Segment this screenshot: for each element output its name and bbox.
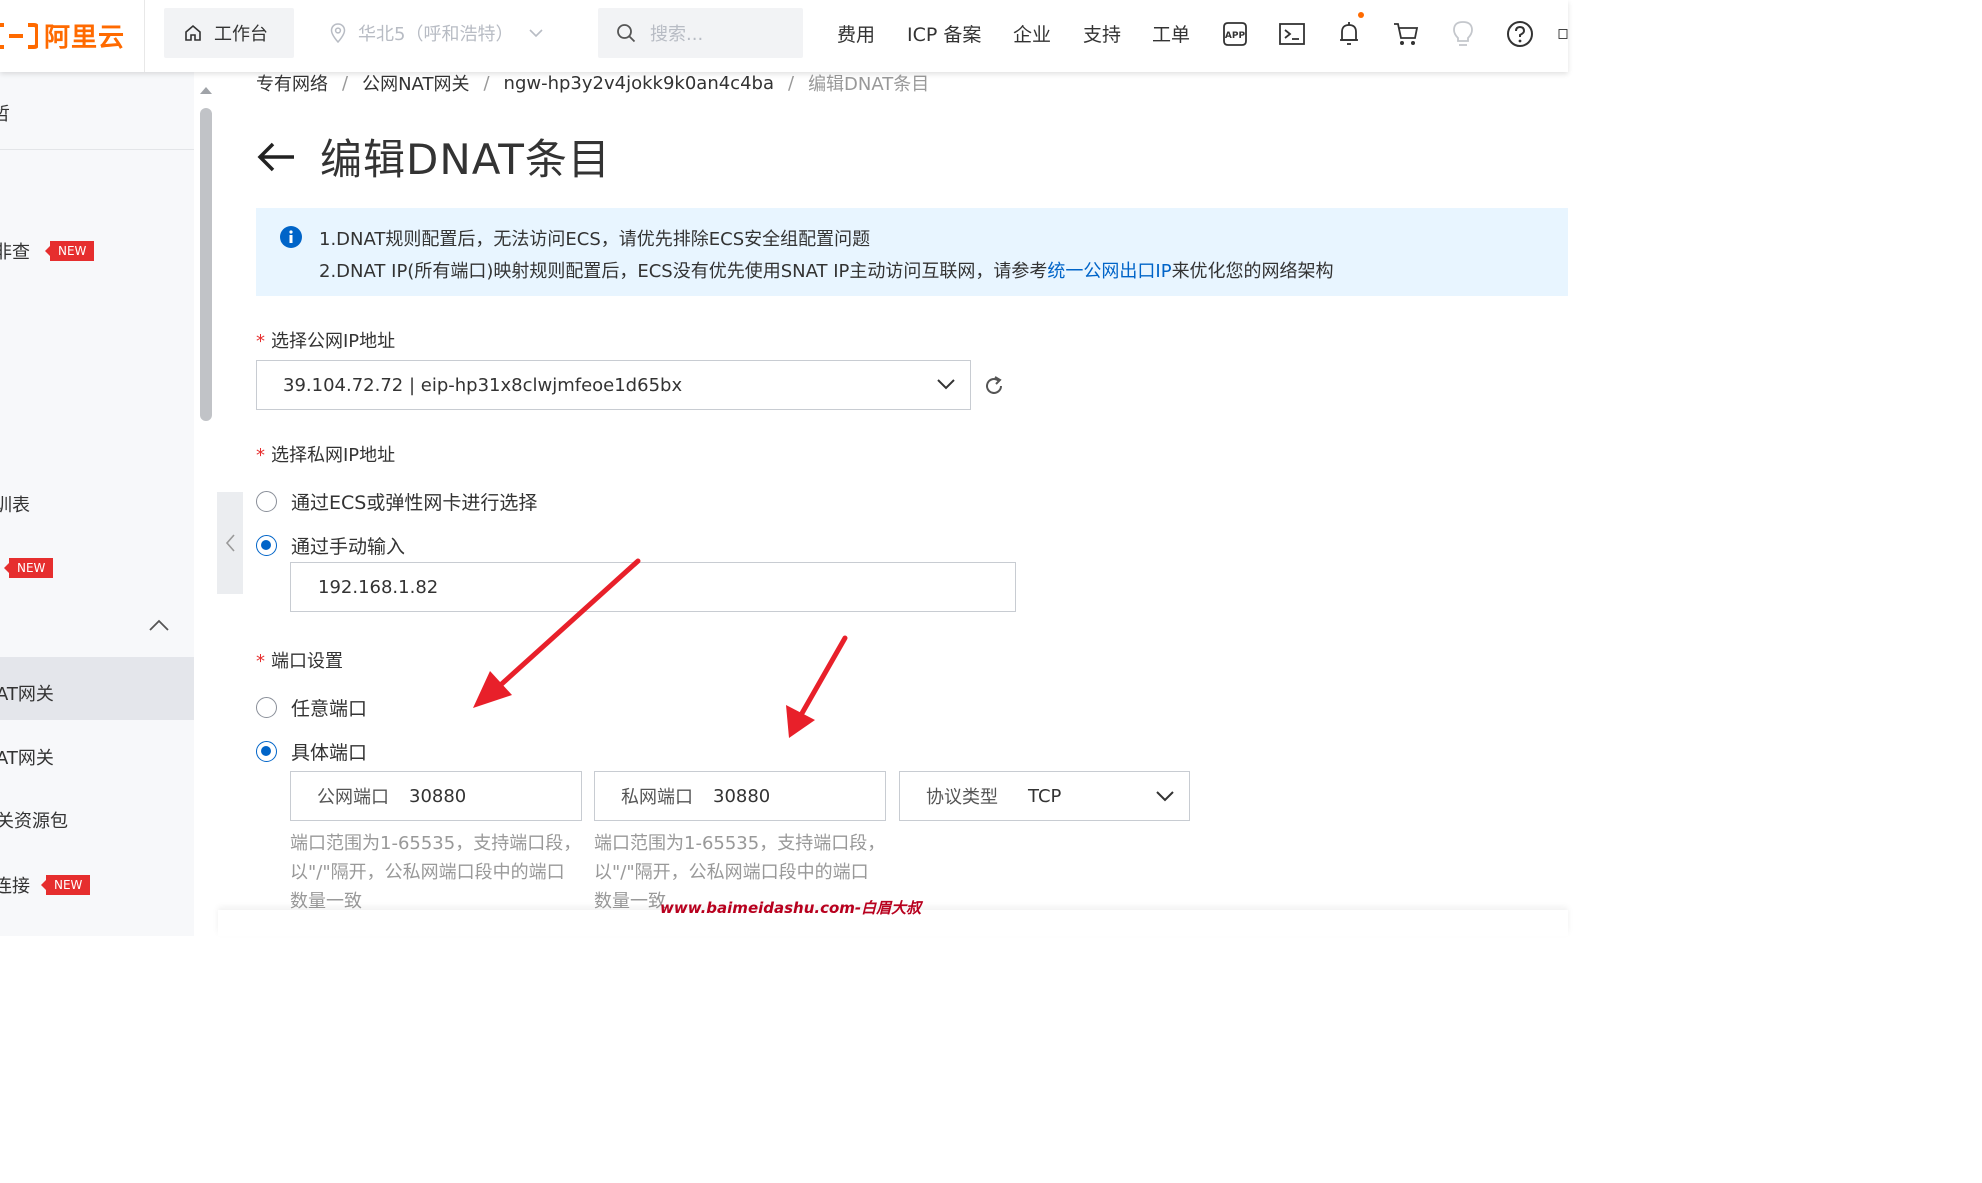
page-title-text: 编辑DNAT条目	[320, 135, 611, 184]
back-arrow-icon[interactable]	[256, 140, 296, 174]
logo[interactable]: 阿里云	[0, 0, 145, 72]
radio-specific-port[interactable]: 具体端口	[256, 738, 367, 765]
breadcrumb: 专有网络 / 公网NAT网关 / ngw-hp3y2v4jokk9k0an4c4…	[256, 70, 929, 96]
info-icon	[280, 226, 302, 248]
left-sidebar: 哲 非查 NEW 训表 NEW AT网关 AT网关 关资源包 连接 NEW	[0, 72, 194, 936]
nav-enterprise[interactable]: 企业	[1013, 20, 1051, 47]
public-port-label: 公网端口	[317, 787, 389, 808]
nav-icp[interactable]: ICP 备案	[907, 20, 981, 47]
breadcrumb-instance[interactable]: ngw-hp3y2v4jokk9k0an4c4ba	[504, 73, 774, 94]
cart-icon[interactable]	[1390, 18, 1422, 50]
sidebar-divider	[0, 149, 194, 150]
svg-text:APP: APP	[1225, 31, 1246, 41]
unified-egress-ip-link[interactable]: 统一公网出口IP	[1047, 261, 1171, 282]
nav-ticket[interactable]: 工单	[1152, 20, 1190, 47]
search-input[interactable]: 搜索...	[598, 8, 803, 58]
breadcrumb-vpc[interactable]: 专有网络	[256, 70, 328, 96]
watermark: www.baimeidashu.com-白眉大叔	[660, 899, 922, 917]
chevron-down-icon	[1156, 791, 1174, 802]
protocol-select[interactable]: 协议类型 TCP	[899, 771, 1190, 821]
new-badge: NEW	[44, 241, 95, 261]
radio-button[interactable]	[256, 697, 277, 718]
sidebar-item-list[interactable]: 训表	[0, 491, 30, 517]
help-icon[interactable]	[1504, 18, 1536, 50]
refresh-icon[interactable]	[983, 375, 1005, 397]
private-port-label: 私网端口	[621, 787, 693, 808]
sidebar-item-connect[interactable]: 连接	[0, 872, 30, 898]
private-ip-value: 192.168.1.82	[318, 576, 439, 598]
workbench-button[interactable]: 工作台	[164, 8, 294, 58]
sidebar-item-title[interactable]: 哲	[0, 100, 10, 126]
public-ip-value: 39.104.72.72 | eip-hp31x8clwjmfeoe1d65bx	[283, 374, 683, 396]
notification-dot	[1358, 12, 1364, 18]
breadcrumb-current: 编辑DNAT条目	[808, 74, 930, 95]
sidebar-item-public-nat[interactable]: AT网关	[0, 680, 54, 706]
logo-text: 阿里云	[44, 23, 126, 53]
scrollbar-thumb[interactable]	[200, 108, 212, 421]
radio-button[interactable]	[256, 491, 277, 512]
bulb-icon[interactable]	[1447, 18, 1479, 50]
radio-button-selected[interactable]	[256, 535, 277, 556]
app-icon[interactable]: APP	[1219, 18, 1251, 50]
home-icon	[185, 24, 201, 41]
private-port-value: 30880	[713, 785, 771, 807]
region-selector[interactable]: 华北5（呼和浩特）	[330, 10, 544, 56]
breadcrumb-public-nat[interactable]: 公网NAT网关	[362, 70, 469, 96]
more-icon[interactable]	[1558, 18, 1568, 50]
sidebar-item-vpc-nat[interactable]: AT网关	[0, 744, 54, 770]
chevron-up-icon[interactable]	[148, 618, 170, 632]
public-ip-select[interactable]: 39.104.72.72 | eip-hp31x8clwjmfeoe1d65bx	[256, 360, 971, 410]
scroll-up-icon[interactable]	[198, 84, 214, 96]
chevron-left-icon	[225, 534, 235, 552]
alert-line-2: 2.DNAT IP(所有端口)映射规则配置后，ECS没有优先使用SNAT IP主…	[319, 261, 1334, 282]
radio-any-port[interactable]: 任意端口	[256, 694, 367, 721]
new-badge: NEW	[40, 875, 91, 895]
private-port-input[interactable]: 私网端口 30880	[594, 771, 886, 821]
region-label: 华北5（呼和浩特）	[358, 24, 514, 45]
aliyun-logo-icon	[0, 23, 38, 49]
terminal-icon[interactable]	[1276, 18, 1308, 50]
private-ip-input[interactable]: 192.168.1.82	[290, 562, 1016, 612]
radio-ecs-select[interactable]: 通过ECS或弹性网卡进行选择	[256, 488, 537, 515]
protocol-label: 协议类型	[926, 787, 998, 808]
chevron-down-icon	[937, 379, 955, 390]
sidebar-item-troubleshoot[interactable]: 非查	[0, 238, 30, 264]
port-label: * 端口设置	[256, 651, 343, 672]
public-port-hint: 端口范围为1-65535，支持端口段，以"/"隔开，公私网端口段中的端口数量一致	[290, 833, 582, 912]
public-port-value: 30880	[409, 785, 467, 807]
location-pin-icon	[330, 23, 346, 43]
chevron-down-icon	[529, 29, 544, 38]
alert-line-1: 1.DNAT规则配置后，无法访问ECS，请优先排除ECS安全组配置问题	[319, 229, 871, 250]
private-ip-label: * 选择私网IP地址	[256, 445, 396, 466]
top-bar: 阿里云 工作台 华北5（呼和浩特） 搜索... 费用 ICP 备案 企业 支持 …	[0, 0, 1568, 72]
radio-manual-input[interactable]: 通过手动输入	[256, 532, 405, 559]
public-port-input[interactable]: 公网端口 30880	[290, 771, 582, 821]
nav-billing[interactable]: 费用	[837, 20, 875, 47]
sidebar-item-resource-pack[interactable]: 关资源包	[0, 807, 68, 833]
workbench-label: 工作台	[214, 24, 268, 45]
info-alert: 1.DNAT规则配置后，无法访问ECS，请优先排除ECS安全组配置问题 2.DN…	[256, 208, 1568, 296]
search-icon	[617, 24, 636, 43]
new-badge: NEW	[3, 558, 54, 578]
public-ip-label: * 选择公网IP地址	[256, 331, 396, 352]
protocol-value: TCP	[1028, 785, 1062, 807]
page-title: 编辑DNAT条目	[256, 126, 611, 187]
nav-support[interactable]: 支持	[1083, 20, 1121, 47]
bell-icon[interactable]	[1333, 18, 1365, 50]
search-placeholder: 搜索...	[650, 24, 704, 45]
annotation-arrow-icon	[786, 635, 848, 738]
radio-button-selected[interactable]	[256, 741, 277, 762]
sidebar-collapse-handle[interactable]	[217, 492, 243, 594]
